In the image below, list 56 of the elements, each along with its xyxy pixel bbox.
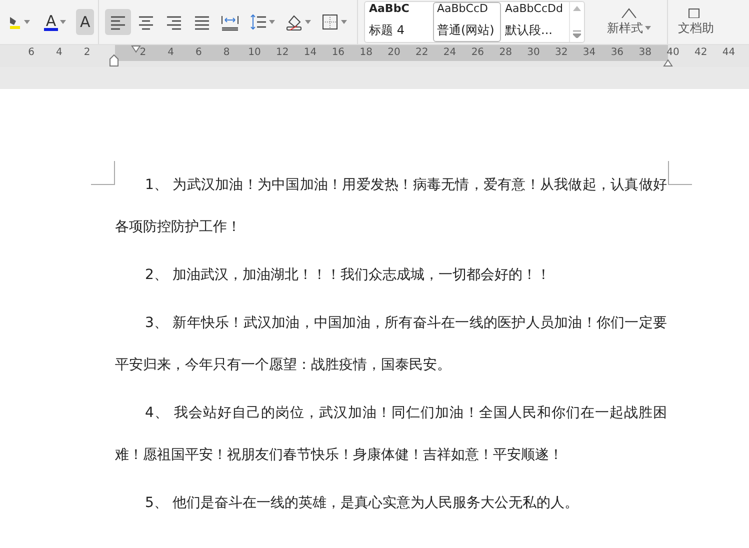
ruler-number: 18 (360, 47, 372, 58)
ruler-number: 14 (304, 47, 317, 58)
ruler-number: 32 (555, 47, 568, 58)
ruler-number: 24 (443, 47, 456, 58)
paragraph: 4、 我会站好自己的岗位，武汉加油！同仁们加油！全国人民和你们在一起战胜困难！愿祖国平安！祝朋友们春节快乐！身康体健！吉祥如意！平安顺遂！ (115, 404, 667, 465)
ruler-number: 20 (388, 47, 400, 58)
ruler-number: 8 (223, 47, 230, 58)
ruler-number: 10 (248, 47, 261, 58)
font-color-button[interactable]: A (40, 9, 70, 35)
ruler-number: 6 (196, 47, 202, 58)
margin-corner-icon (91, 161, 115, 185)
style-option[interactable]: AaBbC 标题 4 (365, 2, 433, 42)
ruler-number: 40 (666, 47, 680, 58)
ruler-number: 36 (610, 47, 624, 58)
distribute-icon (221, 13, 239, 31)
ruler-number: 12 (276, 47, 289, 58)
ruler-number: 28 (499, 47, 512, 58)
ruler-number: 34 (582, 47, 596, 58)
new-style-icon (620, 8, 638, 18)
caret-icon (24, 20, 30, 24)
highlighter-icon (10, 14, 22, 30)
ruler-number: 42 (694, 47, 708, 58)
ruler-number: 30 (527, 47, 540, 58)
ruler-number: 16 (332, 47, 345, 58)
margin-corner-icon (668, 161, 692, 185)
paragraph: 1、 为武汉加油！为中国加油！用爱发热！病毒无情，爱有意！从我做起，认真做好各项防控防护工作！ (115, 176, 667, 237)
paragraph: 3、 新年快乐！武汉加油，中国加油，所有奋斗在一线的医护人员加油！你们一定要平安归来，今年只有一个愿望：战胜疫情，国泰民安。 (115, 314, 667, 375)
paragraph: 2、 加油武汉，加油湖北！！！我们众志成城，一切都会好的！！ (144, 266, 552, 285)
paint-bucket-icon (285, 13, 303, 31)
paragraph: 5、 他们是奋斗在一线的英雄，是真心实意为人民服务大公无私的人。 (144, 494, 580, 513)
new-style-button[interactable]: 新样式 (603, 20, 655, 36)
borders-icon (321, 13, 339, 31)
caret-icon (269, 20, 275, 24)
caret-icon (305, 20, 311, 24)
expand-icon[interactable] (573, 30, 581, 38)
line-spacing-icon (249, 13, 267, 31)
ruler-number: 4 (168, 47, 174, 58)
ruler-number: 44 (722, 47, 736, 58)
indent-marker-icon[interactable] (109, 53, 119, 67)
ruler-number: 2 (84, 47, 90, 58)
style-option[interactable]: AaBbCcDd 默认段... (501, 2, 569, 42)
document-helper-button[interactable]: 文档助 (678, 20, 714, 36)
caret-icon (60, 20, 66, 24)
ruler-number: 4 (56, 47, 62, 58)
style-option[interactable]: AaBbCcD 普通(网站) (433, 2, 501, 42)
ruler-number: 26 (471, 47, 484, 58)
ruler-number: 2 (140, 47, 146, 58)
ruler-number: 6 (28, 47, 34, 58)
font-color-letter: A (46, 14, 56, 28)
ruler-number: 38 (638, 47, 652, 58)
ruler-number: 22 (416, 47, 428, 58)
color-bar-icon (44, 28, 58, 30)
caret-icon (341, 20, 347, 24)
align-left-button[interactable] (105, 9, 131, 35)
character-shading-button[interactable]: A (76, 9, 94, 35)
caret-icon (645, 26, 651, 30)
